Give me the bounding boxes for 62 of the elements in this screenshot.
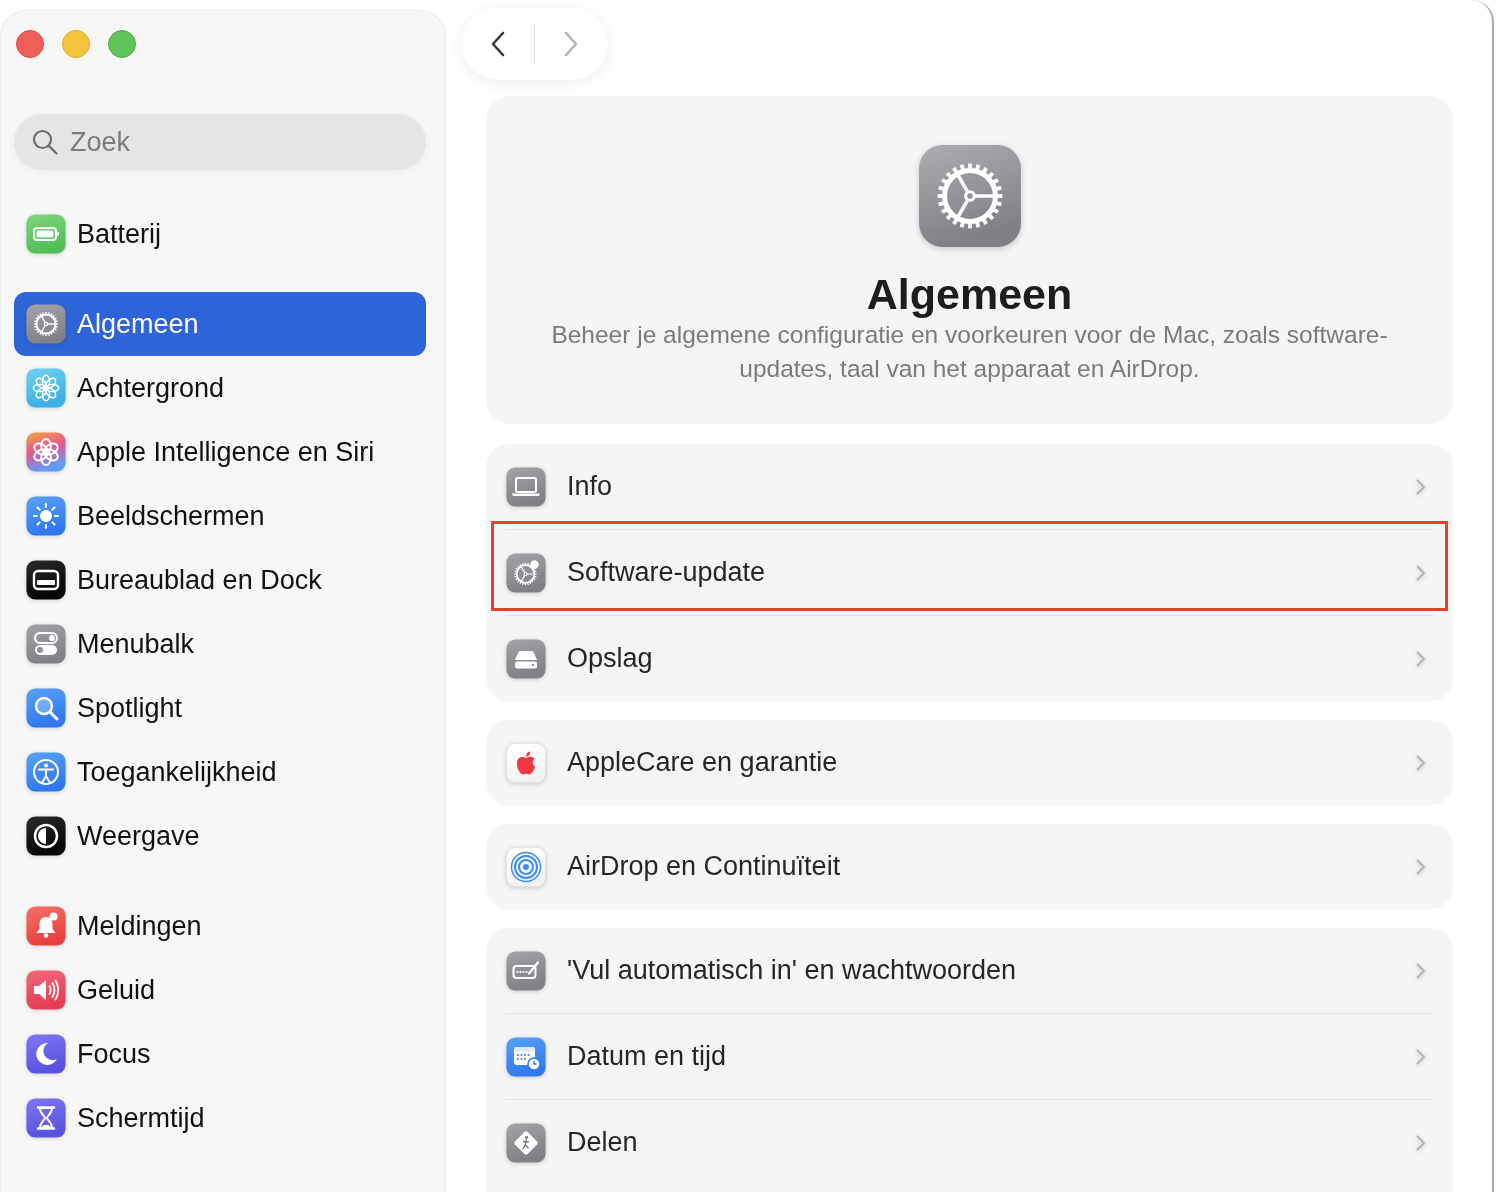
settings-row[interactable]: Software-update — [486, 530, 1453, 615]
bell-icon — [26, 906, 66, 946]
knot-icon — [26, 432, 66, 472]
sun-icon — [26, 496, 66, 536]
keyboard-pen-icon — [506, 950, 546, 991]
speaker-icon — [26, 970, 66, 1010]
chevron-right-icon — [1416, 962, 1426, 979]
sidebar-item[interactable]: Batterij — [14, 202, 426, 266]
sidebar-item[interactable]: Geluid — [14, 958, 426, 1022]
contrast-icon — [26, 816, 66, 856]
chevron-right-icon — [1416, 478, 1426, 495]
sidebar-item[interactable]: Schermtijd — [14, 1086, 426, 1150]
sidebar-item[interactable]: Achtergrond — [14, 356, 426, 420]
calendar-clock-icon — [506, 1036, 546, 1077]
settings-row[interactable]: Opslag — [486, 616, 1453, 701]
settings-row[interactable]: AppleCare en garantie — [486, 720, 1453, 805]
search-icon — [32, 129, 58, 155]
toggles-icon — [26, 624, 66, 664]
minimize-icon[interactable] — [62, 30, 90, 58]
page-title: Algemeen — [865, 269, 1074, 319]
hourglass-icon — [26, 1098, 66, 1138]
sidebar-item[interactable]: Apple Intelligence en Siri — [14, 420, 426, 484]
chevron-right-icon — [1416, 650, 1426, 667]
gear-badge-icon — [506, 552, 546, 593]
page-description: Beheer je algemene configuratie en voorkeuren voor de Mac, zoals software-updates, taal van het apparaat en AirDrop. — [550, 320, 1389, 384]
window-icon — [26, 560, 66, 600]
settings-row[interactable]: Datum en tijd — [486, 1014, 1453, 1099]
battery-icon — [26, 214, 66, 254]
rings-icon — [506, 846, 546, 887]
chevron-right-icon — [1416, 1134, 1426, 1151]
search-field[interactable]: Zoek — [14, 114, 426, 170]
sidebar-item[interactable]: Spotlight — [14, 676, 426, 740]
apple-icon — [506, 742, 546, 783]
sidebar-item[interactable]: Weergave — [14, 804, 426, 868]
chevron-right-icon — [1416, 1048, 1426, 1065]
sidebar-item[interactable]: Bureaublad en Dock — [14, 548, 426, 612]
accessibility-icon — [26, 752, 66, 792]
chevron-right-icon — [1416, 858, 1426, 875]
sidebar-item[interactable]: Toegankelijkheid — [14, 740, 426, 804]
zoom-icon[interactable] — [108, 30, 136, 58]
moon-icon — [26, 1034, 66, 1074]
chevron-right-icon — [563, 31, 579, 57]
settings-row[interactable]: AirDrop en Continuïteit — [486, 824, 1453, 909]
chevron-right-icon — [1416, 754, 1426, 771]
sidebar-item[interactable]: Meldingen — [14, 894, 426, 958]
chevron-left-icon — [490, 31, 506, 57]
laptop-icon — [506, 466, 546, 507]
gear-icon — [26, 304, 66, 344]
settings-row[interactable]: Info — [486, 444, 1453, 529]
settings-row[interactable]: 'Vul automatisch in' en wachtwoorden — [486, 928, 1453, 1013]
diamond-walker-icon — [506, 1122, 546, 1163]
sidebar-item[interactable]: Menubalk — [14, 612, 426, 676]
drive-icon — [506, 638, 546, 679]
chevron-right-icon — [1416, 564, 1426, 581]
gear-icon — [917, 144, 1022, 248]
sidebar-item[interactable]: Algemeen — [14, 292, 426, 356]
settings-row[interactable]: Delen — [486, 1100, 1453, 1185]
sidebar-item[interactable]: Beeldschermen — [14, 484, 426, 548]
magnifier-icon — [26, 688, 66, 728]
close-icon[interactable] — [16, 30, 44, 58]
sidebar-item[interactable]: Focus — [14, 1022, 426, 1086]
flower-icon — [26, 368, 66, 408]
